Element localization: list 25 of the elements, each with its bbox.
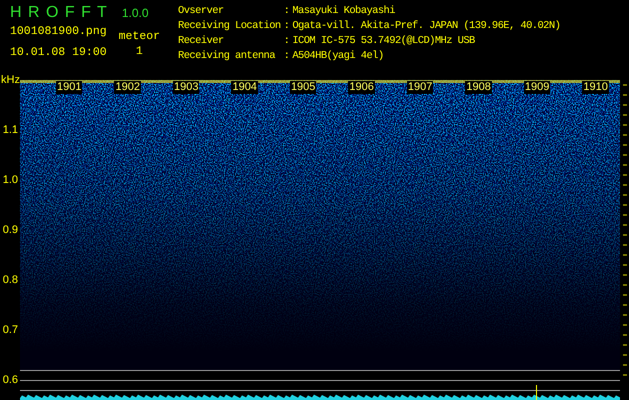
info-separator: :	[284, 49, 290, 64]
date-time: 10.01.08 19:00	[10, 45, 107, 60]
info-value: A504HB(yagi 4el)	[292, 49, 385, 64]
axis-label: 0.6	[2, 373, 19, 388]
app-title: H R O F F T	[10, 4, 108, 22]
info-value: ICOM IC-575 53.7492(@LCD)MHz USB	[292, 34, 476, 49]
axis-label: 1.1	[2, 123, 19, 138]
info-value: Ogata-vill. Akita-Pref. JAPAN (139.96E, 40.02N)	[292, 19, 560, 34]
axis-label: 0.7	[2, 323, 19, 338]
info-label: Receiving Location	[178, 19, 281, 34]
info-separator: :	[284, 19, 290, 34]
info-separator: :	[284, 4, 290, 19]
file-name: 1001081900.png	[10, 24, 107, 39]
info-label: Receiving antenna	[178, 49, 276, 64]
axis-label: 0.9	[2, 223, 19, 238]
info-label: Receiver	[178, 34, 225, 49]
info-value: Masayuki Kobayashi	[292, 4, 396, 19]
meteor-label: meteor	[118, 29, 160, 44]
axis-label: 0.8	[2, 273, 19, 288]
version-label: 1.0.0	[122, 6, 149, 20]
info-separator: :	[284, 34, 290, 49]
info-label: Ovserver	[178, 4, 225, 19]
meteor-count: 1	[136, 44, 143, 59]
axis-label: 1.0	[2, 173, 19, 188]
axis-unit: kHz	[1, 73, 20, 88]
